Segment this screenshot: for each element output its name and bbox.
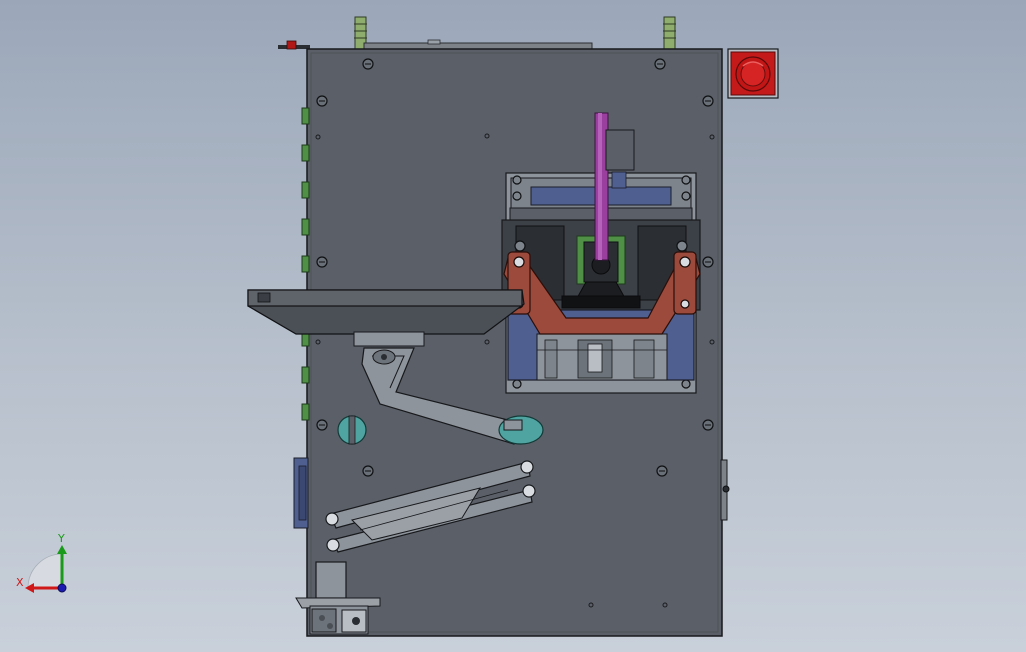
teal-adjust-knob-right[interactable]	[498, 415, 544, 445]
x-axis-label: X	[16, 576, 24, 589]
teal-adjust-knob-left[interactable]	[337, 415, 367, 445]
left-connectors	[301, 107, 310, 421]
left-side-bracket	[293, 457, 309, 529]
y-axis-label: Y	[58, 532, 65, 545]
coordinate-triad-icon	[25, 545, 67, 593]
right-side-latch	[720, 459, 730, 521]
emergency-stop-icon[interactable]	[727, 48, 779, 99]
top-standoff-right	[663, 16, 676, 50]
top-rail	[278, 39, 593, 50]
cad-viewport: Y X	[0, 0, 1026, 652]
machine-drawing	[25, 16, 779, 637]
